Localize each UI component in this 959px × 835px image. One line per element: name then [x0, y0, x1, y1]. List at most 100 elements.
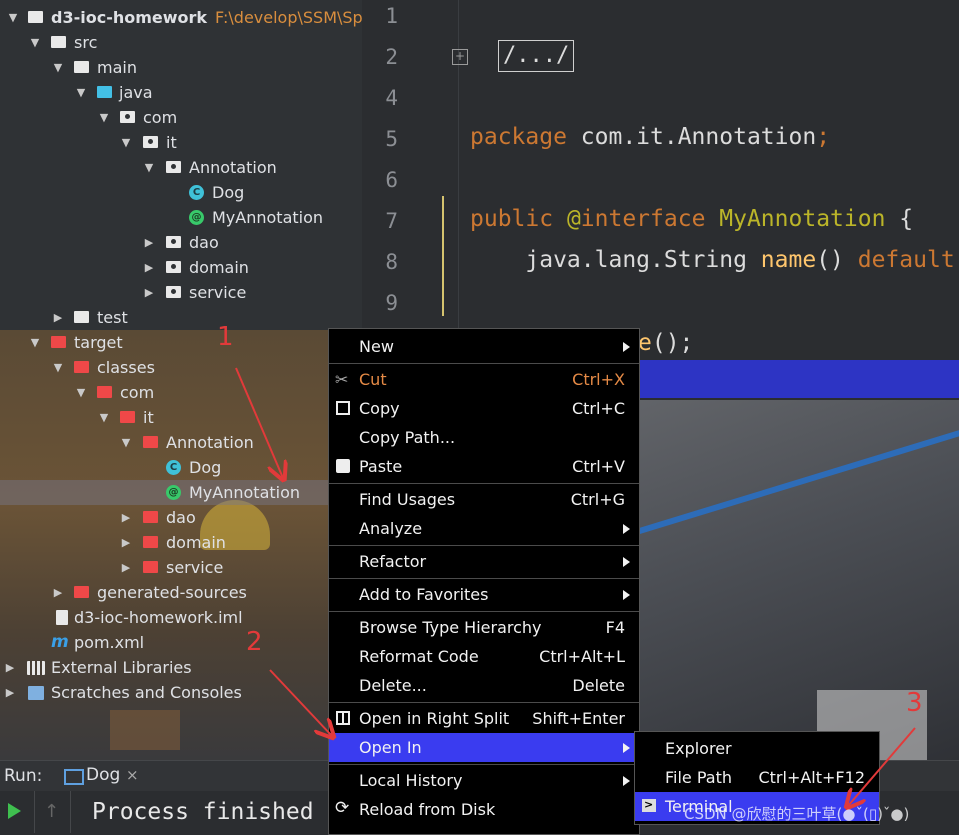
library-icon	[27, 661, 45, 675]
at-sign: @	[553, 206, 581, 232]
folder-icon	[74, 61, 89, 73]
line-number: 8	[385, 250, 398, 274]
clipboard-icon	[336, 459, 350, 473]
tree-item-label: MyAnnotation	[212, 208, 324, 227]
menu-item-label: New	[359, 337, 394, 356]
annotation-number-3: 3	[906, 688, 923, 718]
tree-item-target-it[interactable]: ▼ it	[0, 405, 362, 430]
tree-item-target[interactable]: ▼ target	[0, 330, 362, 355]
menu-item-find-usages[interactable]: Find Usages Ctrl+G	[329, 485, 639, 514]
submenu-arrow-icon	[623, 590, 630, 600]
tree-item-label: target	[74, 333, 123, 352]
chevron-down-icon[interactable]: ▼	[51, 355, 65, 380]
tree-item-test[interactable]: ▶ test	[0, 305, 362, 330]
tree-item-main[interactable]: ▼ main	[0, 55, 362, 80]
source-folder-icon	[97, 86, 112, 98]
menu-item-delete[interactable]: Delete... Delete	[329, 671, 639, 700]
chevron-right-icon[interactable]: ▶	[142, 255, 156, 280]
chevron-right-icon[interactable]: ▶	[142, 280, 156, 305]
tree-item-annotation[interactable]: ▼ Annotation	[0, 155, 362, 180]
tree-item-label: service	[189, 283, 247, 302]
menu-item-shortcut: Ctrl+Alt+F12	[758, 768, 865, 787]
tree-item-dog[interactable]: C Dog	[0, 180, 362, 205]
menu-item-browse-type-hierarchy[interactable]: Browse Type Hierarchy F4	[329, 613, 639, 642]
code-line-7: public @interface MyAnnotation {	[470, 206, 913, 232]
menu-separator	[329, 545, 639, 546]
chevron-down-icon[interactable]: ▼	[74, 380, 88, 405]
menu-item-new[interactable]: New	[329, 332, 639, 361]
tree-item-it[interactable]: ▼ it	[0, 130, 362, 155]
tree-item-com[interactable]: ▼ com	[0, 105, 362, 130]
menu-item-local-history[interactable]: Local History	[329, 766, 639, 795]
chevron-right-icon[interactable]: ▶	[142, 230, 156, 255]
chevron-down-icon[interactable]: ▼	[28, 30, 42, 55]
tree-item-target-myannotation[interactable]: @ MyAnnotation	[0, 480, 362, 505]
tree-item-classes[interactable]: ▼ classes	[0, 355, 362, 380]
tree-item-target-annotation[interactable]: ▼ Annotation	[0, 430, 362, 455]
tree-item-generated-sources[interactable]: ▶ generated-sources	[0, 580, 362, 605]
fold-expand-icon[interactable]: +	[452, 49, 468, 65]
chevron-down-icon[interactable]: ▼	[97, 105, 111, 130]
tree-item-project-root[interactable]: ▼ d3-ioc-homework F:\develop\SSM\Spri	[0, 5, 362, 30]
tree-item-myannotation[interactable]: @ MyAnnotation	[0, 205, 362, 230]
up-arrow-icon[interactable]: ↑	[44, 801, 59, 822]
tree-item-target-service[interactable]: ▶ service	[0, 555, 362, 580]
submenu-arrow-icon	[623, 524, 630, 534]
tree-item-java[interactable]: ▼ java	[0, 80, 362, 105]
submenu-item-explorer[interactable]: Explorer	[635, 734, 879, 763]
chevron-down-icon[interactable]: ▼	[74, 80, 88, 105]
tree-item-pom[interactable]: m pom.xml	[0, 630, 362, 655]
annotation-number-2: 2	[246, 627, 263, 657]
chevron-right-icon[interactable]: ▶	[3, 680, 17, 705]
tree-item-target-com[interactable]: ▼ com	[0, 380, 362, 405]
chevron-right-icon[interactable]: ▶	[51, 305, 65, 330]
chevron-down-icon[interactable]: ▼	[142, 155, 156, 180]
menu-item-shortcut: Ctrl+G	[570, 490, 625, 509]
tree-item-target-domain[interactable]: ▶ domain	[0, 530, 362, 555]
folder-icon	[74, 311, 89, 323]
menu-item-add-to-favorites[interactable]: Add to Favorites	[329, 580, 639, 609]
tree-item-iml[interactable]: d3-ioc-homework.iml	[0, 605, 362, 630]
watermark: CSDN @欣慰的三叶草(●ˇ(▯)ˇ●)	[684, 805, 910, 823]
menu-item-analyze[interactable]: Analyze	[329, 514, 639, 543]
menu-item-copy-path[interactable]: Copy Path...	[329, 423, 639, 452]
menu-item-cut[interactable]: Cut Ctrl+X	[329, 365, 639, 394]
run-tab-dog[interactable]: Dog ×	[56, 761, 146, 794]
menu-item-reformat-code[interactable]: Reformat Code Ctrl+Alt+L	[329, 642, 639, 671]
chevron-right-icon[interactable]: ▶	[51, 580, 65, 605]
menu-item-copy[interactable]: Copy Ctrl+C	[329, 394, 639, 423]
menu-separator	[329, 702, 639, 703]
menu-separator	[329, 764, 639, 765]
tree-item-service[interactable]: ▶ service	[0, 280, 362, 305]
chevron-down-icon[interactable]: ▼	[119, 430, 133, 455]
parens: ()	[816, 247, 858, 273]
tree-item-external-libraries[interactable]: ▶ External Libraries	[0, 655, 362, 680]
chevron-right-icon[interactable]: ▶	[119, 530, 133, 555]
tree-item-src[interactable]: ▼ src	[0, 30, 362, 55]
menu-item-open-in-right-split[interactable]: Open in Right Split Shift+Enter	[329, 704, 639, 733]
menu-item-refactor[interactable]: Refactor	[329, 547, 639, 576]
menu-item-label: Open In	[359, 738, 422, 757]
submenu-item-file-path[interactable]: File Path Ctrl+Alt+F12	[635, 763, 879, 792]
close-icon[interactable]: ×	[126, 766, 139, 784]
chevron-down-icon[interactable]: ▼	[6, 5, 20, 30]
chevron-down-icon[interactable]: ▼	[119, 130, 133, 155]
chevron-right-icon[interactable]: ▶	[119, 505, 133, 530]
tree-item-target-dao[interactable]: ▶ dao	[0, 505, 362, 530]
collapsed-imports[interactable]: /.../	[498, 40, 575, 72]
chevron-down-icon[interactable]: ▼	[28, 330, 42, 355]
run-play-icon[interactable]	[8, 803, 21, 819]
chevron-down-icon[interactable]: ▼	[51, 55, 65, 80]
menu-item-paste[interactable]: Paste Ctrl+V	[329, 452, 639, 481]
chevron-right-icon[interactable]: ▶	[3, 655, 17, 680]
chevron-down-icon[interactable]: ▼	[97, 405, 111, 430]
chevron-right-icon[interactable]: ▶	[119, 555, 133, 580]
tree-item-scratches[interactable]: ▶ Scratches and Consoles	[0, 680, 362, 705]
menu-item-reload-from-disk[interactable]: Reload from Disk	[329, 794, 639, 824]
divider	[34, 791, 35, 833]
tree-item-domain[interactable]: ▶ domain	[0, 255, 362, 280]
tree-item-target-dog[interactable]: C Dog	[0, 455, 362, 480]
tree-item-dao[interactable]: ▶ dao	[0, 230, 362, 255]
menu-item-open-in[interactable]: Open In	[329, 733, 639, 762]
menu-separator	[329, 611, 639, 612]
